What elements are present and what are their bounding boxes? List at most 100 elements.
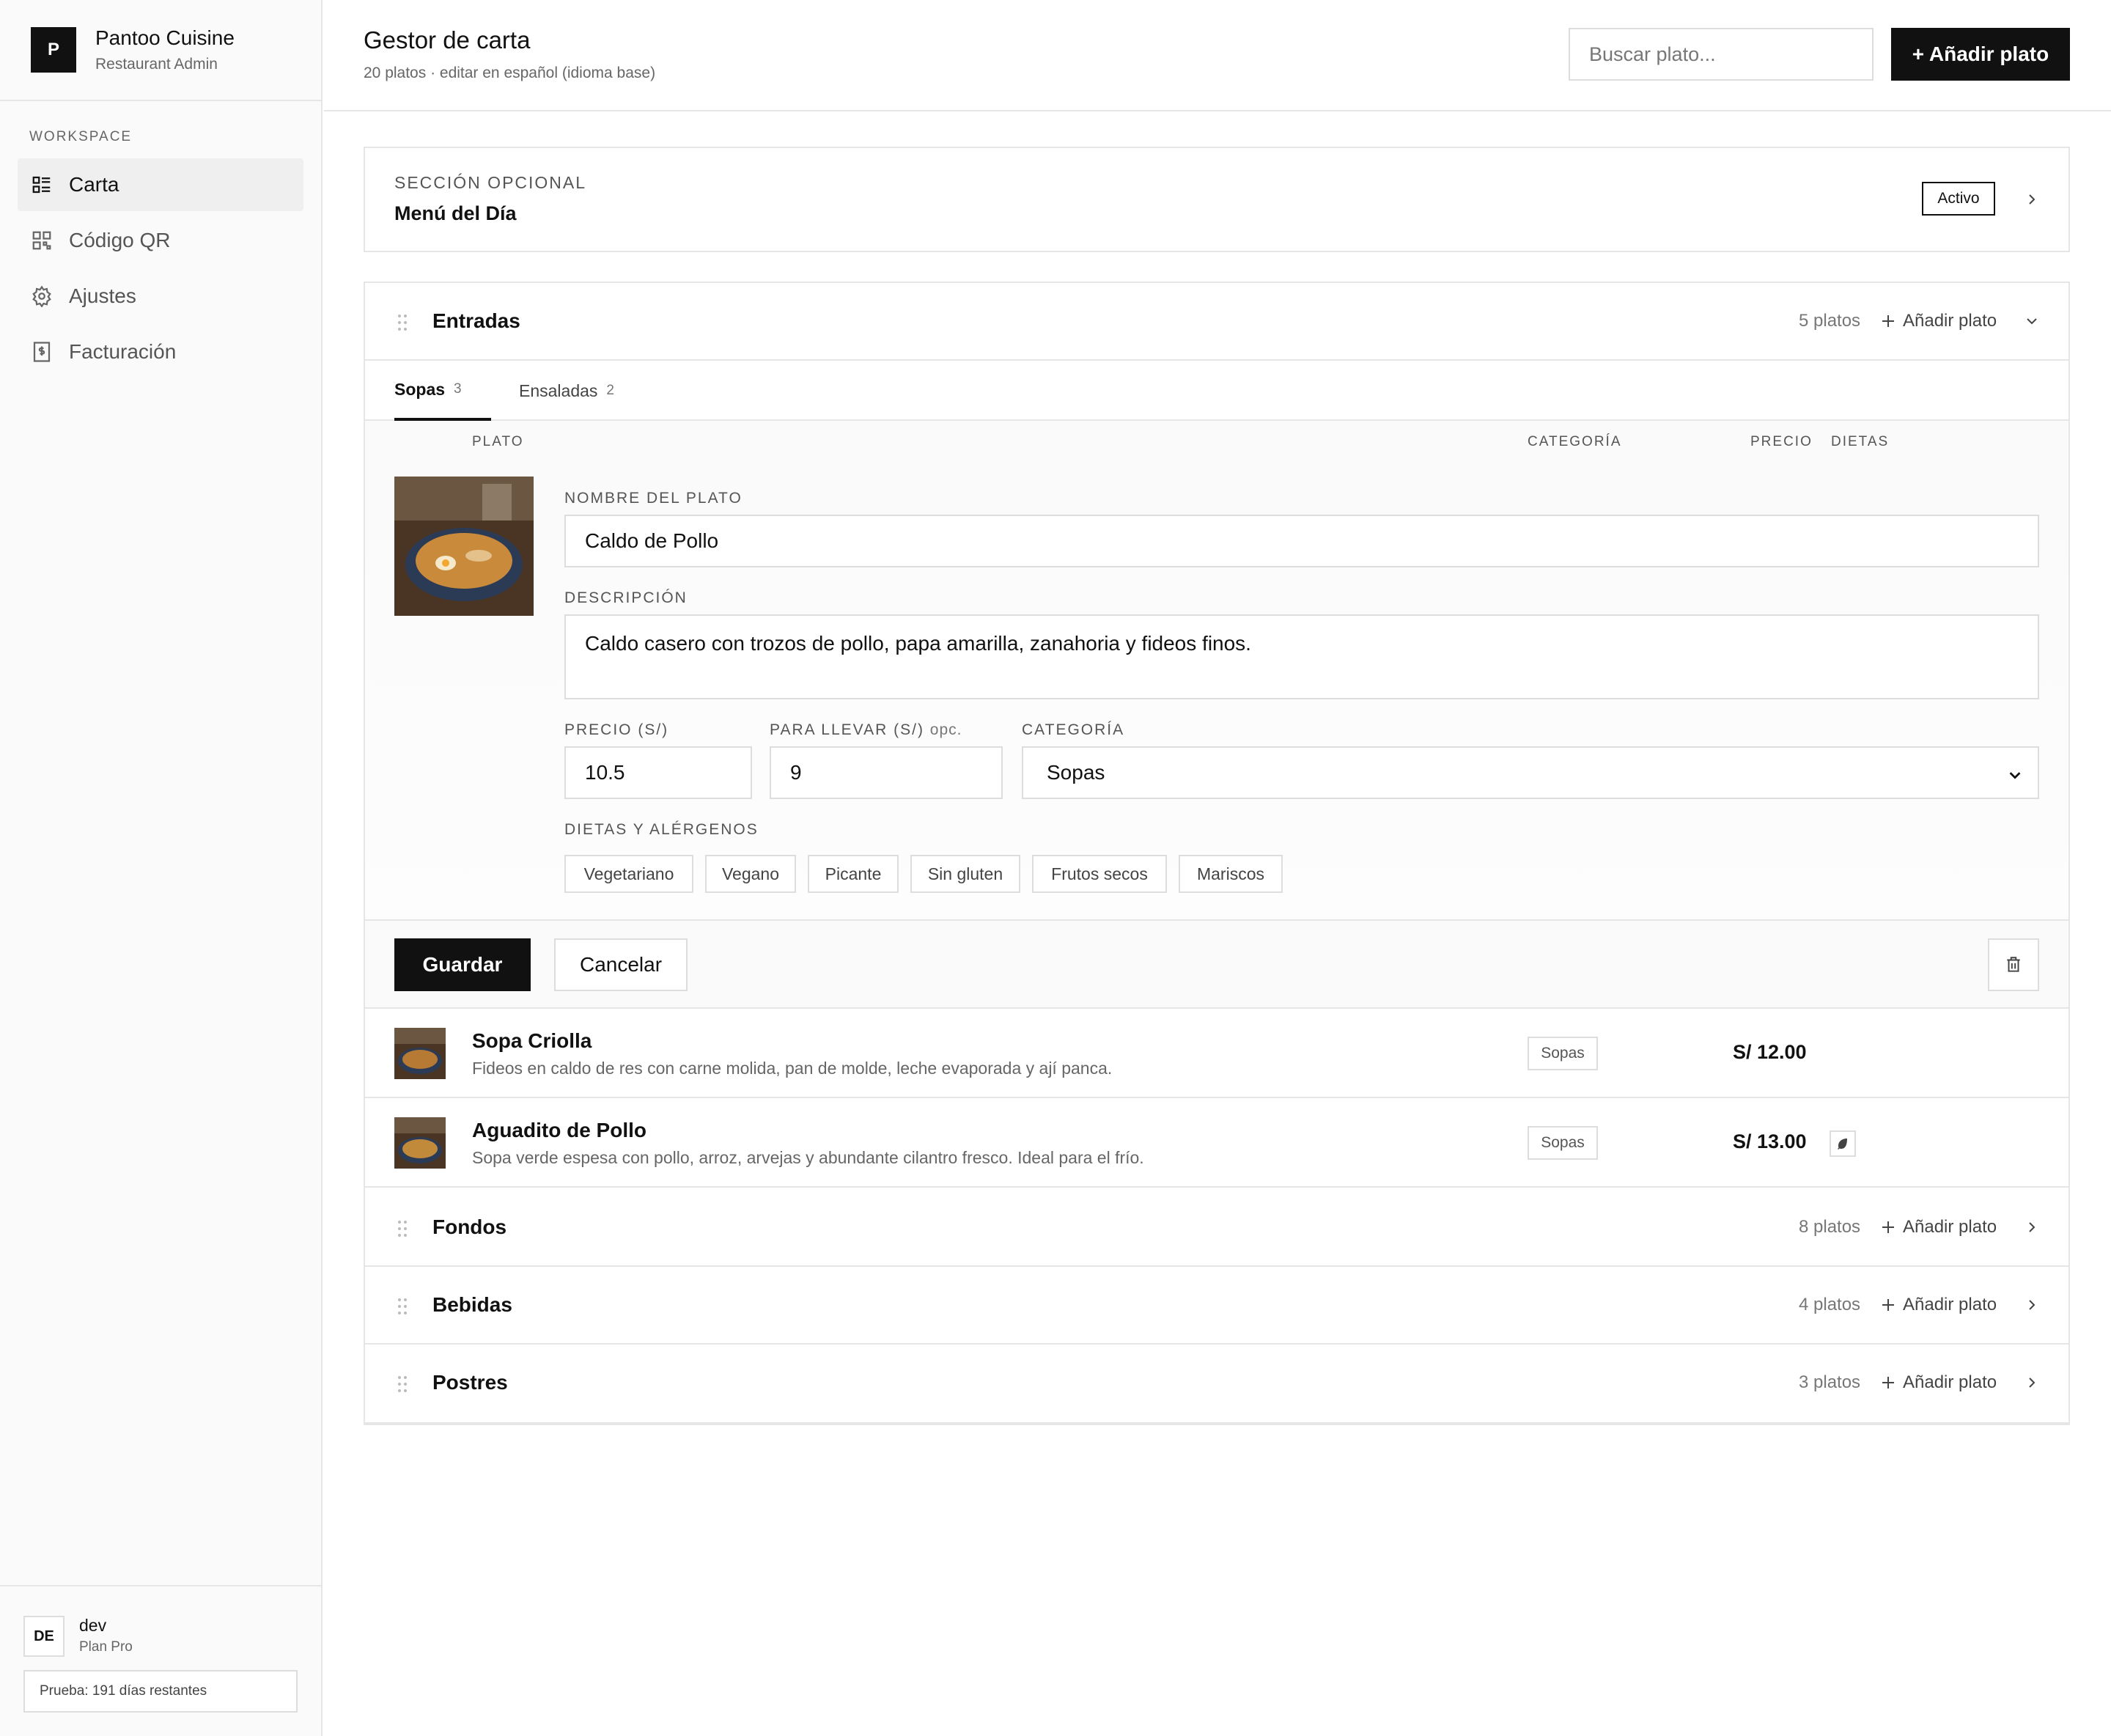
- tab-label: Ensaladas: [519, 380, 598, 400]
- user-plan: Plan Pro: [79, 1639, 133, 1655]
- brand: P Pantoo Cuisine Restaurant Admin: [0, 0, 321, 101]
- drag-handle-icon[interactable]: [397, 1375, 408, 1393]
- trash-icon: [2007, 957, 2020, 972]
- description-textarea[interactable]: Caldo casero con trozos de pollo, papa a…: [564, 614, 2039, 699]
- section-title: Bebidas: [432, 1293, 512, 1316]
- optional-section-card[interactable]: SECCIÓN OPCIONAL Menú del Día Activo: [364, 147, 2070, 252]
- section-add-dish-button[interactable]: Añadir plato: [1881, 311, 1997, 331]
- sidebar-item-ajustes[interactable]: Ajustes: [18, 270, 303, 323]
- section-add-dish-button[interactable]: Añadir plato: [1881, 1295, 1997, 1315]
- invoice-icon: [33, 342, 51, 362]
- table-header: PLATO CATEGORÍA PRECIO DIETAS: [365, 421, 2068, 462]
- section-add-dish-button[interactable]: Añadir plato: [1881, 1217, 1997, 1237]
- section-title: Postres: [432, 1371, 508, 1394]
- takeaway-label-text: PARA LLEVAR (S/): [770, 721, 924, 738]
- user-name: dev: [79, 1616, 107, 1635]
- chevron-right-icon[interactable]: [2023, 1218, 2041, 1236]
- plus-icon: [1882, 1221, 1894, 1233]
- user-box: DE dev Plan Pro Prueba: 191 días restant…: [0, 1585, 321, 1736]
- search-input[interactable]: [1569, 28, 1874, 81]
- tab-count: 3: [454, 381, 462, 397]
- table-row[interactable]: Sopa Criolla Fideos en caldo de res con …: [365, 1009, 2068, 1098]
- drag-handle-icon[interactable]: [397, 314, 408, 331]
- chevron-down-icon: [2009, 772, 2021, 779]
- header: Gestor de carta 20 platos · editar en es…: [324, 0, 2111, 111]
- diet-chip-frutos-secos[interactable]: Frutos secos: [1032, 855, 1167, 893]
- tab-sopas[interactable]: Sopas 3: [394, 361, 491, 421]
- optional-section-label: SECCIÓN OPCIONAL: [394, 173, 587, 192]
- chevron-right-icon[interactable]: [2023, 1296, 2041, 1314]
- section-header[interactable]: Entradas 5 platos Añadir plato: [365, 283, 2068, 361]
- sidebar-item-label: Ajustes: [69, 284, 136, 307]
- plus-icon: [1882, 315, 1894, 327]
- category-badge: Sopas: [1528, 1126, 1598, 1160]
- sidebar-item-codigo-qr[interactable]: Código QR: [18, 214, 303, 267]
- collapsed-sections: Fondos 8 platos Añadir plato Bebidas 4 p…: [364, 1189, 2070, 1424]
- sidebar: P Pantoo Cuisine Restaurant Admin WORKSP…: [0, 0, 323, 1736]
- delete-button[interactable]: [1988, 938, 2039, 991]
- diet-chip-mariscos[interactable]: Mariscos: [1179, 855, 1283, 893]
- tab-label: Sopas: [394, 379, 446, 399]
- plus-icon: [1882, 1377, 1894, 1389]
- brand-subtitle: Restaurant Admin: [95, 56, 218, 73]
- takeaway-label: PARA LLEVAR (S/) opc.: [770, 721, 962, 739]
- chevron-down-icon[interactable]: [2023, 312, 2041, 330]
- diet-badge: [1830, 1130, 1856, 1157]
- table-row[interactable]: Aguadito de Pollo Sopa verde espesa con …: [365, 1098, 2068, 1188]
- status-badge: Activo: [1922, 182, 1995, 216]
- workspace-label: WORKSPACE: [29, 129, 133, 144]
- diet-chip-vegano[interactable]: Vegano: [705, 855, 796, 893]
- section-postres[interactable]: Postres 3 platos Añadir plato: [365, 1345, 2068, 1422]
- section-bebidas[interactable]: Bebidas 4 platos Añadir plato: [365, 1267, 2068, 1345]
- diet-chip-vegetariano[interactable]: Vegetariano: [564, 855, 693, 893]
- drag-handle-icon[interactable]: [397, 1298, 408, 1315]
- drag-handle-icon[interactable]: [397, 1220, 408, 1237]
- category-select[interactable]: Sopas: [1022, 746, 2039, 799]
- gear-icon: [32, 285, 51, 307]
- diet-chip-picante[interactable]: Picante: [808, 855, 899, 893]
- avatar[interactable]: DE: [23, 1616, 65, 1657]
- save-button[interactable]: Guardar: [394, 938, 531, 991]
- sidebar-item-carta[interactable]: Carta: [18, 158, 303, 211]
- dish-name: Sopa Criolla: [472, 1029, 592, 1052]
- section-count: 4 platos: [1799, 1295, 1861, 1314]
- section-add-dish-button[interactable]: Añadir plato: [1881, 1372, 1997, 1393]
- category-label: CATEGORÍA: [1022, 721, 1125, 738]
- page-title: Gestor de carta: [364, 26, 531, 54]
- column-header-dish: PLATO: [472, 434, 524, 449]
- section-title: Fondos: [432, 1215, 507, 1238]
- section-add-label: Añadir plato: [1903, 1217, 1997, 1237]
- takeaway-optional: opc.: [929, 721, 962, 738]
- section-add-label: Añadir plato: [1903, 1295, 1997, 1314]
- plus-icon: [1882, 1299, 1894, 1311]
- chevron-right-icon[interactable]: [2023, 191, 2041, 208]
- section-fondos[interactable]: Fondos 8 platos Añadir plato: [365, 1189, 2068, 1267]
- chevron-right-icon[interactable]: [2023, 1374, 2041, 1391]
- column-header-diets: DIETAS: [1831, 434, 1890, 449]
- dish-edit-form: NOMBRE DEL PLATO Caldo de Pollo DESCRIPC…: [365, 462, 2068, 921]
- dish-name-input[interactable]: Caldo de Pollo: [564, 515, 2039, 567]
- cancel-button[interactable]: Cancelar: [554, 938, 688, 991]
- section-count: 8 platos: [1799, 1217, 1861, 1237]
- dish-photo[interactable]: [394, 477, 534, 616]
- subcategory-tabs: Sopas 3 Ensaladas 2: [365, 361, 2068, 421]
- category-select-value: Sopas: [1047, 761, 1105, 784]
- price-label: PRECIO (S/): [564, 721, 669, 738]
- dish-name: Aguadito de Pollo: [472, 1119, 646, 1141]
- price-input[interactable]: 10.5: [564, 746, 752, 799]
- leaf-icon: [1838, 1139, 1847, 1150]
- takeaway-price-input[interactable]: 9: [770, 746, 1003, 799]
- tab-ensaladas[interactable]: Ensaladas 2: [519, 361, 614, 421]
- section-count: 3 platos: [1799, 1372, 1861, 1392]
- dish-price: S/ 12.00: [1733, 1041, 1807, 1063]
- dish-name-label: NOMBRE DEL PLATO: [564, 490, 743, 507]
- diets-label: DIETAS Y ALÉRGENOS: [564, 821, 759, 838]
- section-count: 5 platos: [1799, 311, 1861, 331]
- trial-banner: Prueba: 191 días restantes: [23, 1670, 298, 1713]
- sidebar-item-facturacion[interactable]: Facturación: [18, 326, 303, 378]
- section-add-label: Añadir plato: [1903, 311, 1997, 331]
- section-title: Entradas: [432, 309, 520, 332]
- add-dish-button[interactable]: + Añadir plato: [1891, 28, 2070, 81]
- diet-chip-sin-gluten[interactable]: Sin gluten: [910, 855, 1020, 893]
- sidebar-item-label: Carta: [69, 173, 119, 196]
